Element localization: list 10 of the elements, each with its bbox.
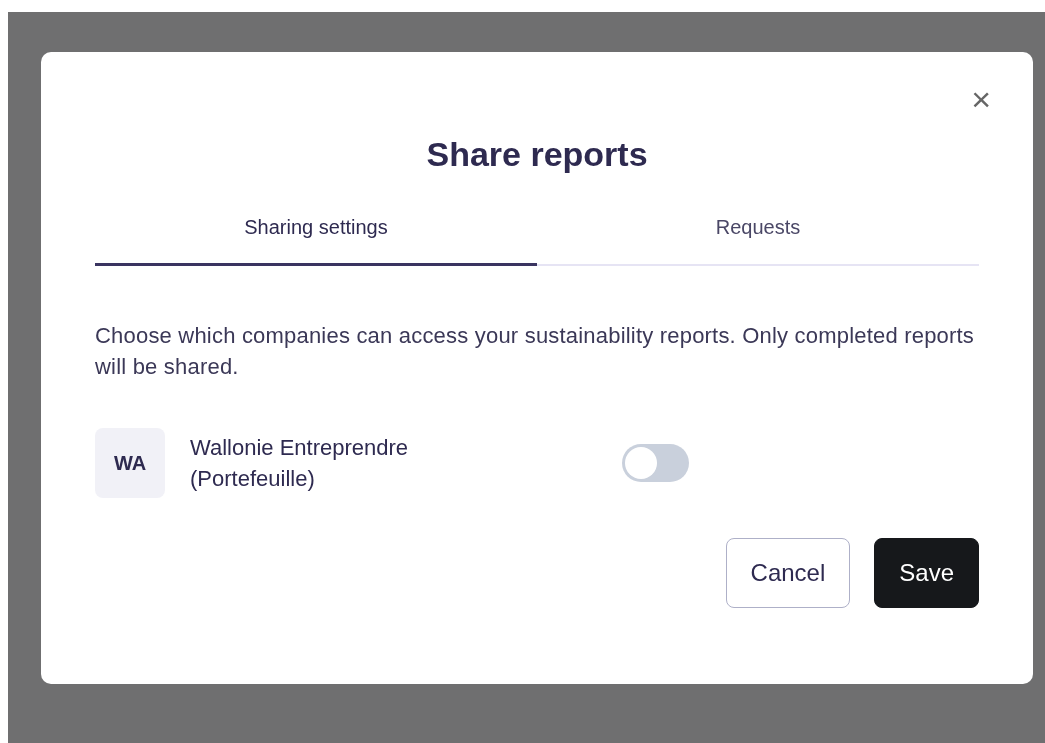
description: Choose which companies can access your sustainability reports. Only completed reports will be shared. (95, 322, 976, 381)
tab[interactable]: Requests (537, 216, 979, 266)
tab[interactable]: Sharing settings (95, 216, 537, 266)
save-button[interactable]: Save (874, 538, 979, 608)
company-avatar: WA (95, 428, 165, 498)
cancel-button[interactable]: Cancel (725, 538, 851, 608)
close-button[interactable]: × (967, 84, 995, 114)
dialog-title: Share reports (425, 134, 649, 175)
company-name: Wallonie Entreprendre (Portefeuille) (190, 434, 410, 493)
toggle-switch[interactable] (622, 444, 689, 482)
